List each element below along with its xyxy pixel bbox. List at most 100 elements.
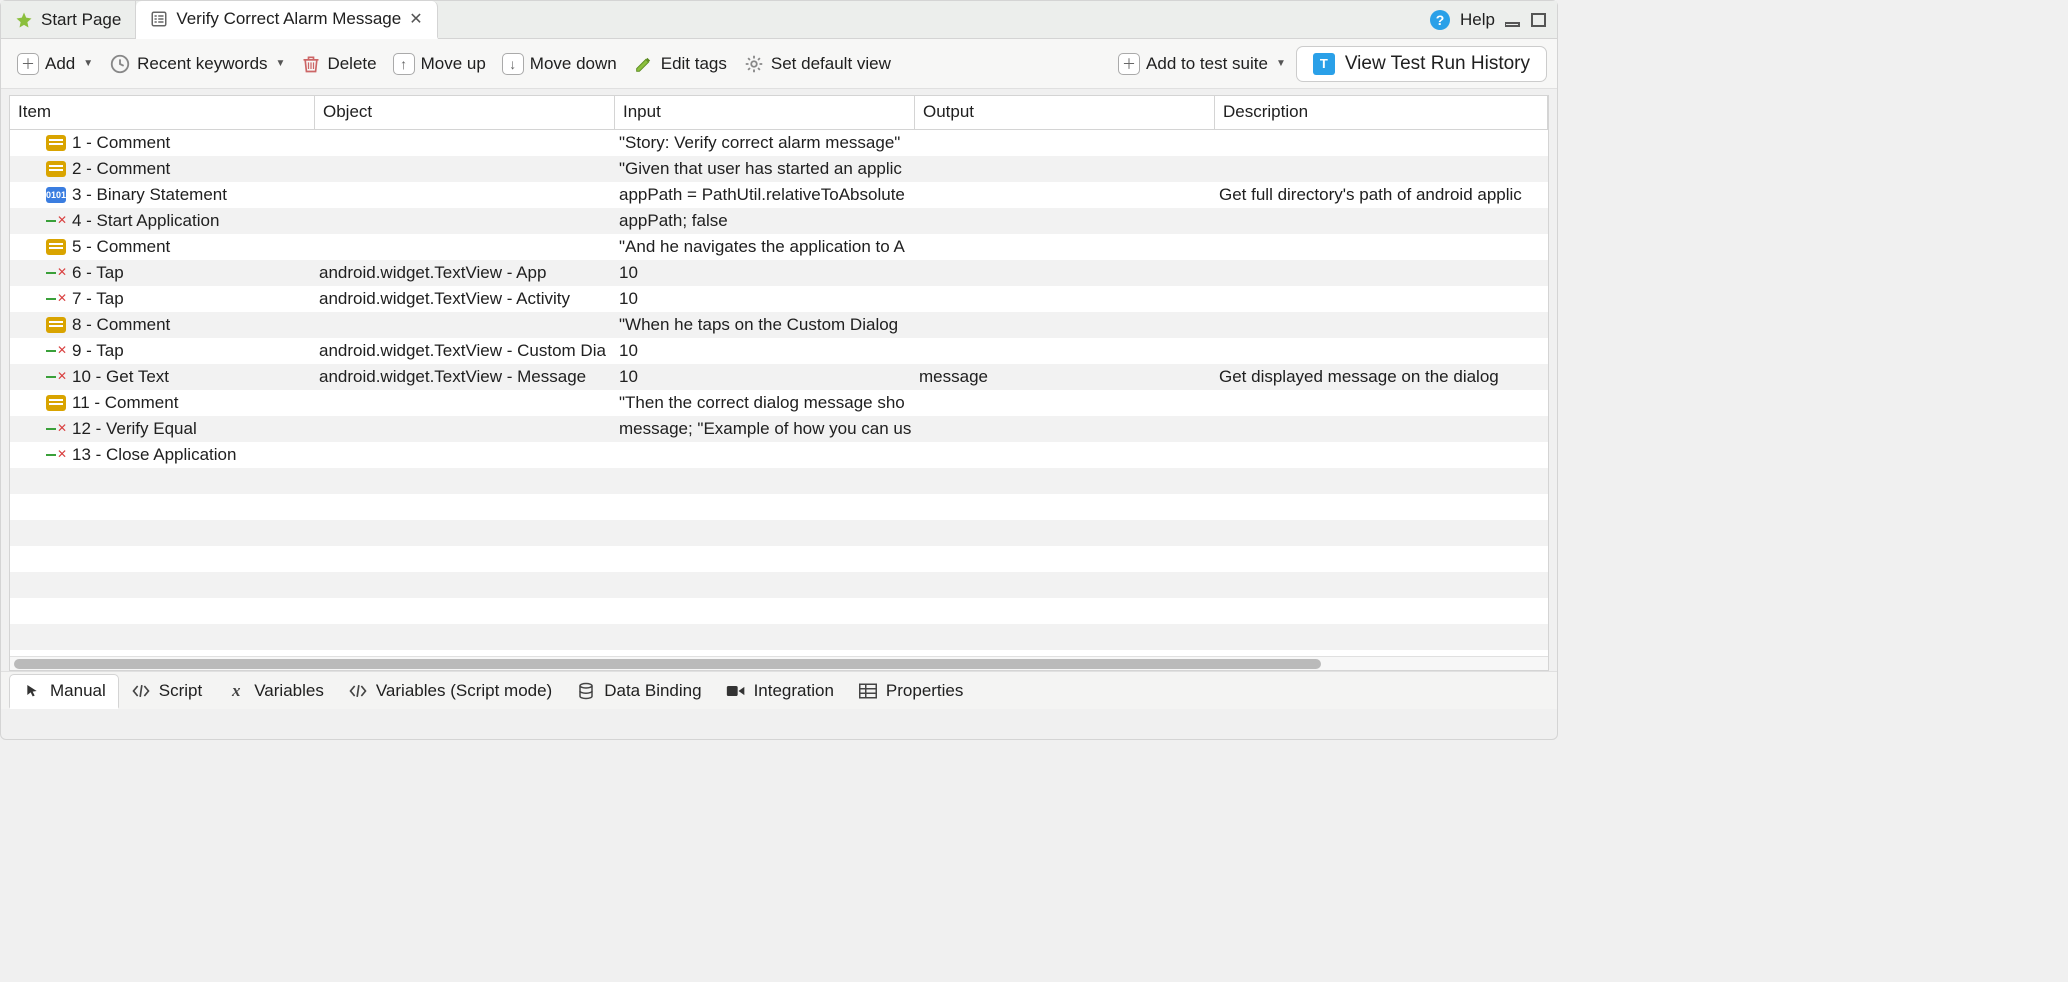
description-cell: Get full directory's path of android app… (1215, 182, 1548, 208)
pencil-icon (633, 53, 655, 75)
action-icon (46, 291, 66, 307)
add-button[interactable]: ＋ Add ▼ (11, 49, 99, 79)
object-cell: android.widget.TextView - App (315, 260, 615, 286)
item-label: 4 - Start Application (72, 211, 219, 231)
input-cell: "Given that user has started an applic (615, 156, 915, 182)
description-cell (1215, 442, 1548, 468)
minimize-icon[interactable] (1505, 13, 1521, 27)
input-cell: 10 (615, 338, 915, 364)
input-cell: 10 (615, 286, 915, 312)
comment-icon (46, 161, 66, 177)
table-row[interactable]: 2 - Comment "Given that user has started … (10, 156, 1548, 182)
object-cell (315, 182, 615, 208)
view-test-run-history-button[interactable]: T View Test Run History (1296, 46, 1547, 82)
chevron-down-icon: ▼ (276, 58, 286, 69)
object-cell (315, 208, 615, 234)
table-row[interactable]: 5 - Comment"And he navigates the applica… (10, 234, 1548, 260)
description-cell: Get displayed message on the dialog (1215, 364, 1548, 390)
item-label: 11 - Comment (72, 393, 178, 413)
tab-verify-alarm[interactable]: Verify Correct Alarm Message ✕ (136, 1, 437, 39)
tab-script[interactable]: Script (119, 675, 214, 707)
tab-label: Verify Correct Alarm Message (176, 9, 401, 29)
add-to-suite-label: Add to test suite (1146, 54, 1268, 74)
help-icon[interactable]: ? (1430, 10, 1450, 30)
tab-variables[interactable]: x Variables (214, 675, 336, 707)
edit-tags-label: Edit tags (661, 54, 727, 74)
editor-tab-strip: Start Page Verify Correct Alarm Message … (1, 1, 1557, 39)
horizontal-scrollbar[interactable] (10, 656, 1548, 670)
output-cell (915, 312, 1215, 338)
trash-icon (301, 53, 321, 75)
table-row[interactable]: 7 - Tap android.widget.TextView - Activit… (10, 286, 1548, 312)
object-cell: android.widget.TextView - Activity (315, 286, 615, 312)
object-cell (315, 442, 615, 468)
table-row[interactable]: 01013 - Binary StatementappPath = PathUt… (10, 182, 1548, 208)
table-row[interactable]: 8 - Comment"When he taps on the Custom D… (10, 312, 1548, 338)
action-icon (46, 369, 66, 385)
maximize-icon[interactable] (1531, 13, 1547, 27)
column-item[interactable]: Item (10, 96, 315, 129)
tab-label: Properties (886, 681, 963, 701)
tab-manual[interactable]: Manual (9, 674, 119, 709)
action-icon (46, 343, 66, 359)
table-row[interactable]: 1 - Comment"Story: Verify correct alarm … (10, 130, 1548, 156)
description-cell (1215, 260, 1548, 286)
table-row[interactable]: 10 - Get Textandroid.widget.TextView - M… (10, 364, 1548, 390)
delete-button[interactable]: Delete (295, 49, 382, 79)
history-icon (109, 53, 131, 75)
table-row[interactable]: 4 - Start ApplicationappPath; false (10, 208, 1548, 234)
object-cell (315, 234, 615, 260)
column-output[interactable]: Output (915, 96, 1215, 129)
move-down-label: Move down (530, 54, 617, 74)
table-row (10, 468, 1548, 494)
tab-integration[interactable]: Integration (714, 675, 846, 707)
input-cell: 10 (615, 364, 915, 390)
table-row[interactable]: 13 - Close Application (10, 442, 1548, 468)
binary-icon: 0101 (46, 187, 66, 203)
table-row[interactable]: 9 - Tapandroid.widget.TextView - Custom … (10, 338, 1548, 364)
table-row (10, 494, 1548, 520)
add-to-test-suite-button[interactable]: ＋ Add to test suite ▼ (1112, 49, 1292, 79)
object-cell: android.widget.TextView - Custom Dia (315, 338, 615, 364)
action-icon (46, 421, 66, 437)
toolbar: ＋ Add ▼ Recent keywords ▼ Delete ↑ Move … (1, 39, 1557, 89)
comment-icon (46, 395, 66, 411)
column-description[interactable]: Description (1215, 96, 1548, 129)
close-icon[interactable]: ✕ (409, 9, 422, 29)
input-cell: "Then the correct dialog message sho (615, 390, 915, 416)
table-row (10, 572, 1548, 598)
table-row[interactable]: 12 - Verify Equalmessage; "Example of ho… (10, 416, 1548, 442)
set-default-view-button[interactable]: Set default view (737, 49, 897, 79)
output-cell (915, 390, 1215, 416)
star-icon (15, 11, 33, 29)
column-input[interactable]: Input (615, 96, 915, 129)
item-label: 2 - Comment (72, 159, 170, 179)
move-up-button[interactable]: ↑ Move up (387, 49, 492, 79)
table-row[interactable]: 11 - Comment "Then the correct dialog mes… (10, 390, 1548, 416)
table-row[interactable]: 6 - Tapandroid.widget.TextView - App10 (10, 260, 1548, 286)
object-cell (315, 416, 615, 442)
help-label[interactable]: Help (1460, 10, 1495, 30)
table-header: Item Object Input Output Description (10, 96, 1548, 130)
edit-tags-button[interactable]: Edit tags (627, 49, 733, 79)
output-cell (915, 156, 1215, 182)
item-label: 13 - Close Application (72, 445, 236, 465)
chevron-down-icon: ▼ (1276, 58, 1286, 69)
tab-data-binding[interactable]: Data Binding (564, 675, 713, 707)
scrollbar-thumb[interactable] (14, 659, 1321, 669)
object-cell (315, 130, 615, 156)
editor-mode-tabs: Manual Script x Variables Variables (Scr… (1, 671, 1557, 709)
tab-properties[interactable]: Properties (846, 675, 975, 707)
arrow-down-icon: ↓ (502, 53, 524, 75)
cursor-icon (22, 682, 42, 700)
input-cell: appPath = PathUtil.relativeToAbsolute (615, 182, 915, 208)
table-row (10, 624, 1548, 650)
tab-label: Data Binding (604, 681, 701, 701)
tab-start-page[interactable]: Start Page (1, 1, 136, 38)
item-label: 7 - Tap (72, 289, 124, 309)
recent-keywords-button[interactable]: Recent keywords ▼ (103, 49, 291, 79)
move-down-button[interactable]: ↓ Move down (496, 49, 623, 79)
column-object[interactable]: Object (315, 96, 615, 129)
plus-icon: ＋ (17, 53, 39, 75)
tab-variables-script[interactable]: Variables (Script mode) (336, 675, 564, 707)
